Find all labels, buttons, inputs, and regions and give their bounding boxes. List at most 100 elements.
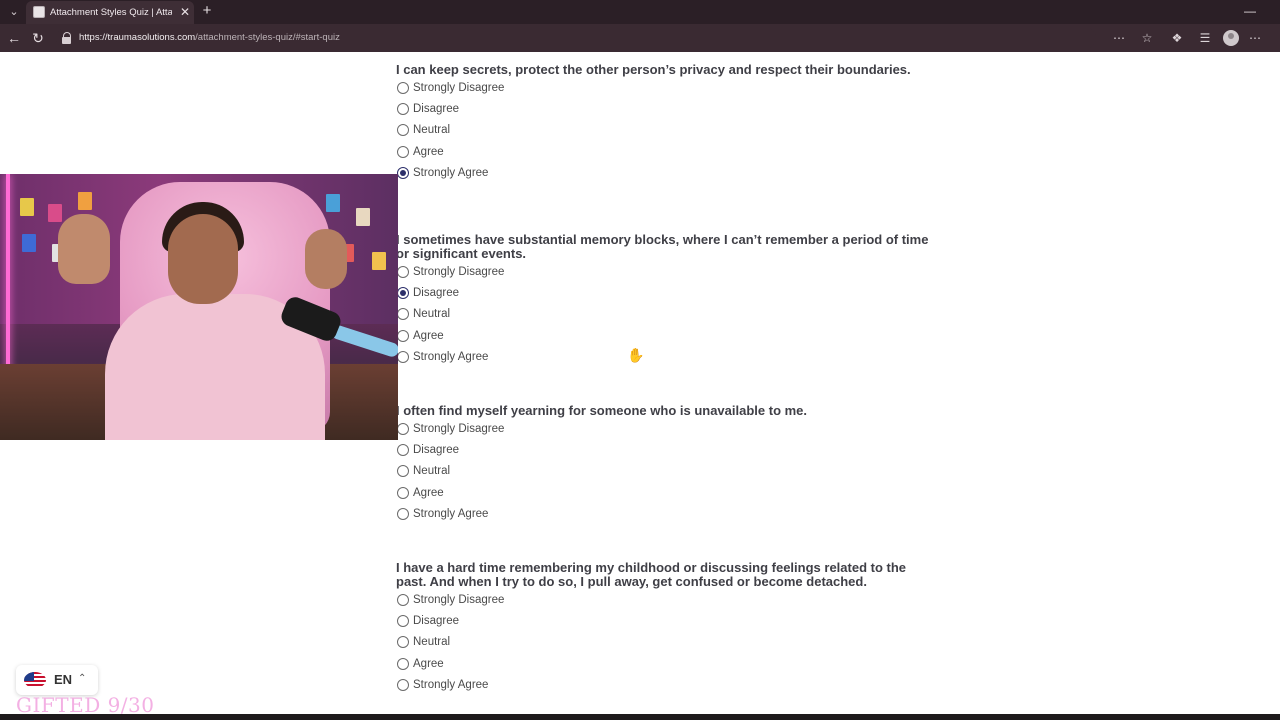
answer-option[interactable]: Neutral: [396, 632, 936, 653]
quiz-question-4: I have a hard time remembering my childh…: [396, 561, 936, 696]
answer-option[interactable]: Strongly Disagree: [396, 418, 936, 439]
radio-button[interactable]: [397, 351, 409, 364]
radio-button[interactable]: [397, 422, 409, 435]
lock-icon: [62, 32, 72, 44]
answer-option-label: Strongly Agree: [413, 679, 489, 692]
answer-option[interactable]: Disagree: [396, 98, 936, 119]
radio-button[interactable]: [397, 124, 409, 137]
favorite-star-icon[interactable]: ☆: [1138, 29, 1156, 47]
reader-mode-icon[interactable]: ⋯: [1110, 29, 1128, 47]
answer-option-label: Disagree: [413, 444, 460, 457]
tab-list-chevron-icon[interactable]: ⌄: [6, 4, 22, 20]
language-switcher[interactable]: EN ⌃: [16, 665, 98, 695]
answer-option[interactable]: Strongly Agree: [396, 504, 936, 525]
answer-option[interactable]: Agree: [396, 653, 936, 674]
extensions-icon[interactable]: ❖: [1168, 29, 1186, 47]
radio-button[interactable]: [397, 308, 409, 321]
back-arrow-icon[interactable]: ←: [5, 29, 23, 47]
tab-title: Attachment Styles Quiz | Attachm: [50, 7, 172, 18]
answer-option[interactable]: Neutral: [396, 461, 936, 482]
address-toolbar: ← ↻ https://traumasolutions.com/attachme…: [0, 24, 1280, 52]
answer-option[interactable]: Strongly Agree: [396, 347, 936, 368]
radio-button[interactable]: [397, 615, 409, 628]
favorites-list-icon[interactable]: ☰: [1196, 29, 1214, 47]
us-flag-icon: [24, 672, 46, 688]
radio-button[interactable]: [397, 81, 409, 94]
language-code: EN: [54, 672, 73, 687]
radio-button[interactable]: [397, 145, 409, 158]
url-host: https://traumasolutions.com: [79, 32, 196, 43]
radio-button[interactable]: [397, 657, 409, 670]
answer-option[interactable]: Strongly Agree: [396, 675, 936, 696]
more-menu-icon[interactable]: ⋯: [1246, 29, 1264, 47]
wall-poster: [78, 192, 92, 210]
answer-option[interactable]: Disagree: [396, 439, 936, 460]
radio-button[interactable]: [397, 167, 409, 180]
radio-button[interactable]: [397, 444, 409, 457]
answer-option[interactable]: Agree: [396, 141, 936, 162]
answer-option[interactable]: Strongly Disagree: [396, 261, 936, 282]
radio-button[interactable]: [397, 593, 409, 606]
neon-light: [6, 174, 10, 374]
tab-bar: ⌄ Attachment Styles Quiz | Attachm ✕ + —: [0, 0, 1280, 24]
new-tab-icon[interactable]: +: [198, 2, 216, 20]
answer-option-label: Neutral: [413, 308, 451, 321]
question-text: I sometimes have substantial memory bloc…: [396, 232, 929, 261]
answer-option[interactable]: Strongly Agree: [396, 163, 936, 184]
answer-option[interactable]: Strongly Disagree: [396, 589, 936, 610]
mic-arm: [329, 323, 398, 359]
wall-poster: [326, 194, 340, 212]
wall-poster: [372, 252, 386, 270]
answer-option[interactable]: Disagree: [396, 282, 936, 303]
quiz-question-1: I can keep secrets, protect the other pe…: [396, 63, 936, 184]
question-text: I often find myself yearning for someone…: [396, 403, 808, 418]
chevron-up-icon: ⌃: [78, 673, 87, 684]
question-text: I have a hard time remembering my childh…: [396, 560, 907, 589]
radio-button[interactable]: [397, 329, 409, 342]
wall-poster: [20, 198, 34, 216]
answer-option-label: Strongly Agree: [413, 351, 489, 364]
window-minimize-icon[interactable]: —: [1242, 3, 1258, 19]
url-bar[interactable]: https://traumasolutions.com/attachment-s…: [56, 27, 1096, 49]
radio-button[interactable]: [397, 103, 409, 116]
taskbar-edge: [0, 714, 1280, 720]
favicon-icon: [33, 6, 45, 18]
radio-button[interactable]: [397, 636, 409, 649]
answer-option-label: Disagree: [413, 615, 460, 628]
webcam-overlay: [0, 174, 398, 440]
answer-option[interactable]: Disagree: [396, 610, 936, 631]
reload-icon[interactable]: ↻: [29, 29, 47, 47]
answer-option-label: Strongly Disagree: [413, 81, 505, 94]
answer-option[interactable]: Neutral: [396, 120, 936, 141]
wall-poster: [48, 204, 62, 222]
streamer-hand-left: [58, 214, 110, 284]
radio-button[interactable]: [397, 486, 409, 499]
wall-poster: [356, 208, 370, 226]
radio-button[interactable]: [397, 679, 409, 692]
answer-option[interactable]: Agree: [396, 482, 936, 503]
answer-option-label: Disagree: [413, 103, 460, 116]
profile-avatar-icon[interactable]: [1223, 30, 1239, 46]
answer-option-label: Strongly Disagree: [413, 265, 505, 278]
answer-option[interactable]: Neutral: [396, 304, 936, 325]
quiz-question-2: I sometimes have substantial memory bloc…: [396, 233, 936, 368]
tab-close-icon[interactable]: ✕: [178, 4, 192, 20]
answer-option[interactable]: Agree: [396, 325, 936, 346]
browser-tab-active[interactable]: Attachment Styles Quiz | Attachm ✕: [26, 1, 194, 24]
answer-option-label: Neutral: [413, 636, 451, 649]
url-text: https://traumasolutions.com/attachment-s…: [79, 31, 340, 45]
answer-option-label: Strongly Agree: [413, 167, 489, 180]
answer-option-label: Agree: [413, 486, 444, 499]
answer-option-label: Strongly Agree: [413, 508, 489, 521]
radio-button[interactable]: [397, 508, 409, 521]
radio-button[interactable]: [397, 287, 409, 300]
answer-option-label: Agree: [413, 329, 444, 342]
answer-option[interactable]: Strongly Disagree: [396, 77, 936, 98]
radio-button[interactable]: [397, 465, 409, 478]
answer-option-label: Strongly Disagree: [413, 593, 505, 606]
answer-option-label: Agree: [413, 657, 444, 670]
radio-button[interactable]: [397, 265, 409, 278]
wall-poster: [22, 234, 36, 252]
streamer-hand-right: [305, 229, 347, 289]
url-path: /attachment-styles-quiz/#start-quiz: [195, 32, 340, 43]
